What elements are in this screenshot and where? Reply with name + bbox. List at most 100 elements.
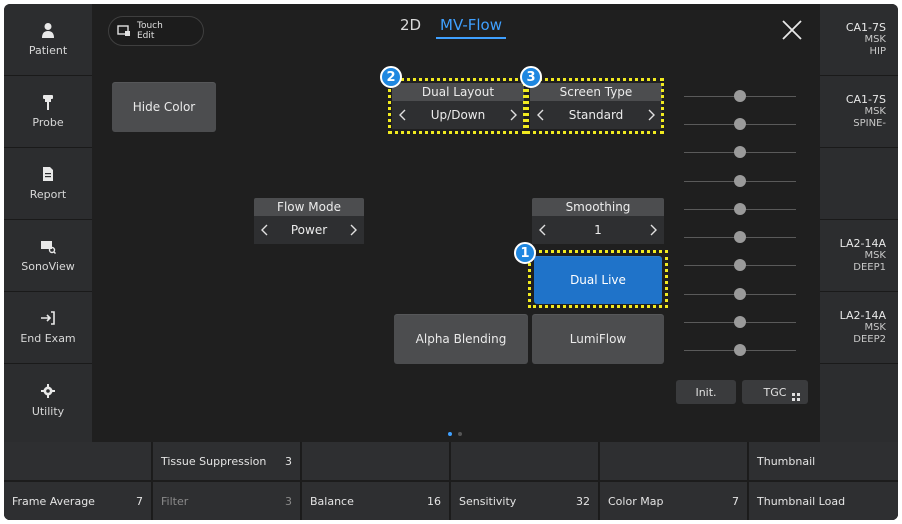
param-label: Sensitivity: [459, 494, 517, 508]
tgc-slider-knob[interactable]: [734, 344, 746, 356]
probe-preset-sub: DEEP1: [853, 262, 886, 273]
probe-preset-sub: DEEP2: [853, 334, 886, 345]
param-value: 7: [136, 494, 143, 508]
sidebar-item-label: Utility: [31, 404, 65, 418]
param-filter[interactable]: Filter 3: [153, 482, 301, 520]
tab-2d[interactable]: 2D: [400, 16, 421, 34]
param-label: Frame Average: [12, 494, 95, 508]
param-cell-empty[interactable]: [451, 442, 599, 480]
report-icon: [43, 167, 53, 181]
probe-model: LA2-14A: [839, 309, 886, 322]
highlight-dual-live: [528, 250, 668, 308]
highlight-screen-type: [526, 78, 664, 134]
param-cell-empty[interactable]: [4, 442, 152, 480]
probe-preset-sub: HIP: [869, 46, 887, 57]
probe-model: LA2-14A: [839, 237, 886, 250]
touch-edit-label-line2: Edit: [137, 31, 155, 41]
tgc-slider-knob[interactable]: [734, 231, 746, 243]
flow-mode-label: Flow Mode: [254, 198, 364, 216]
param-label: Color Map: [608, 494, 664, 508]
sidebar-item-sonoview[interactable]: SonoView: [4, 220, 92, 292]
chevron-left-icon[interactable]: [260, 224, 270, 236]
touch-edit-button[interactable]: Touch Edit: [108, 16, 204, 46]
tgc-slider-knob[interactable]: [734, 118, 746, 130]
probe-item[interactable]: LA2-14A MSK DEEP2: [820, 292, 898, 364]
param-value: 32: [576, 494, 590, 508]
param-thumbnail[interactable]: Thumbnail: [749, 442, 898, 480]
probe-item[interactable]: LA2-14A MSK DEEP1: [820, 220, 898, 292]
hide-color-button[interactable]: Hide Color: [112, 82, 216, 132]
chevron-right-icon[interactable]: [648, 224, 658, 236]
probe-model: CA1-7S: [845, 21, 886, 34]
tgc-slider-knob[interactable]: [734, 259, 746, 271]
gear-icon: [41, 383, 55, 398]
smoothing-label: Smoothing: [532, 198, 664, 216]
page-indicator-active[interactable]: [448, 432, 452, 436]
sonoview-icon: [41, 241, 56, 254]
tgc-button[interactable]: TGC: [742, 380, 808, 404]
lumiflow-button[interactable]: LumiFlow: [532, 314, 664, 364]
callout-badge-1: 1: [514, 242, 536, 264]
sidebar-item-label: Report: [29, 188, 67, 201]
sidebar-item-label: End Exam: [20, 332, 76, 345]
probe-preset: MSK: [864, 322, 886, 333]
flow-mode-selector: Flow Mode Power: [254, 198, 364, 244]
param-label: Balance: [310, 494, 354, 508]
probe-preset: MSK: [864, 34, 886, 45]
patient-icon: [42, 23, 54, 38]
tgc-slider-knob[interactable]: [734, 175, 746, 187]
highlight-dual-layout: [388, 78, 526, 134]
probe-preset-sub: SPINE-: [853, 118, 886, 129]
param-value: 3: [285, 494, 292, 508]
close-icon[interactable]: [780, 18, 804, 42]
flow-mode-value: Power: [290, 223, 328, 237]
sidebar-item-report[interactable]: Report: [4, 148, 92, 220]
param-color-map[interactable]: Color Map 7: [600, 482, 748, 520]
probe-item[interactable]: CA1-7S MSK HIP: [820, 4, 898, 76]
sidebar-item-utility[interactable]: Utility: [4, 364, 92, 436]
tgc-label: TGC: [763, 385, 787, 399]
sidebar-item-end-exam[interactable]: End Exam: [4, 292, 92, 364]
param-frame-average[interactable]: Frame Average 7: [4, 482, 152, 520]
sidebar-item-probe[interactable]: Probe: [4, 76, 92, 148]
param-value: 3: [285, 454, 292, 468]
tgc-slider-knob[interactable]: [734, 90, 746, 102]
page-indicator[interactable]: [458, 432, 462, 436]
tgc-slider-knob[interactable]: [734, 146, 746, 158]
smoothing-selector: Smoothing 1: [532, 198, 664, 244]
sidebar-item-label: Probe: [32, 116, 64, 129]
tgc-slider-knob[interactable]: [734, 316, 746, 328]
sidebar-item-label: Patient: [28, 44, 68, 57]
probe-preset: MSK: [864, 106, 886, 117]
param-cell-empty[interactable]: [302, 442, 450, 480]
grip-icon: [792, 393, 800, 401]
smoothing-value: 1: [594, 223, 602, 237]
param-thumbnail-load[interactable]: Thumbnail Load: [749, 482, 898, 520]
probe-item-empty[interactable]: [820, 364, 898, 436]
probe-list: CA1-7S MSK HIP CA1-7S MSK SPINE- LA2-14A…: [820, 4, 898, 442]
chevron-right-icon[interactable]: [348, 224, 358, 236]
param-value: 16: [427, 494, 441, 508]
param-value: 7: [732, 494, 739, 508]
probe-item[interactable]: CA1-7S MSK SPINE-: [820, 76, 898, 148]
tgc-slider-knob[interactable]: [734, 203, 746, 215]
probe-item-empty[interactable]: [820, 148, 898, 220]
param-label: Thumbnail Load: [757, 494, 846, 508]
touch-edit-icon: [117, 25, 130, 36]
chevron-left-icon[interactable]: [538, 224, 548, 236]
bottom-parameter-bar: Tissue Suppression 3 Thumbnail Frame Ave…: [4, 442, 898, 520]
probe-preset: MSK: [864, 250, 886, 261]
alpha-blending-button[interactable]: Alpha Blending: [394, 314, 528, 364]
left-sidebar: Patient Probe Report SonoView End Exam U…: [4, 4, 92, 442]
param-balance[interactable]: Balance 16: [302, 482, 450, 520]
sidebar-item-patient[interactable]: Patient: [4, 4, 92, 76]
touch-edit-label-line1: Touch: [137, 21, 163, 31]
param-sensitivity[interactable]: Sensitivity 32: [451, 482, 599, 520]
init-button[interactable]: Init.: [676, 380, 736, 404]
param-tissue-suppression[interactable]: Tissue Suppression 3: [153, 442, 301, 480]
callout-badge-3: 3: [520, 66, 542, 88]
tab-mv-flow[interactable]: MV-Flow: [436, 16, 506, 39]
tgc-slider-knob[interactable]: [734, 288, 746, 300]
param-cell-empty[interactable]: [600, 442, 748, 480]
callout-badge-2: 2: [380, 66, 402, 88]
